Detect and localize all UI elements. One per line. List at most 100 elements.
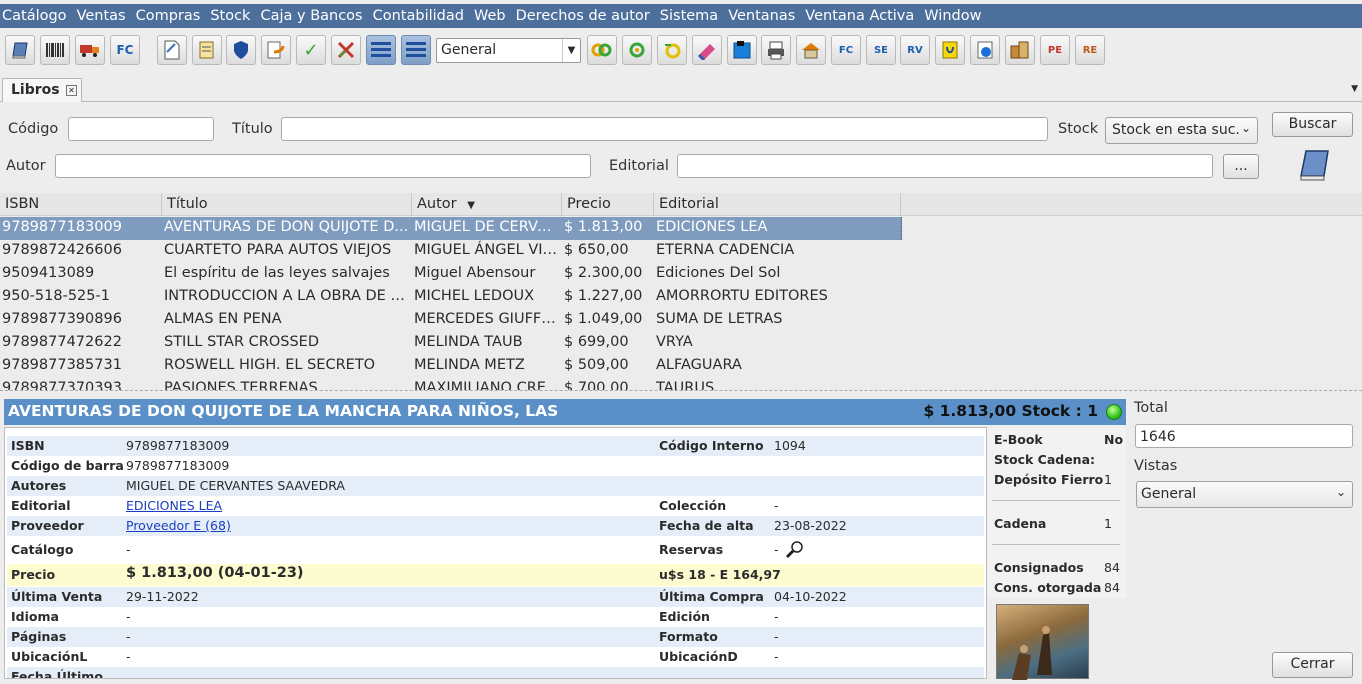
total-label: Total <box>1134 400 1168 416</box>
detail-row: Última Venta 29-11-2022 Última Compra 04… <box>7 587 984 607</box>
cell-autor: MIGUEL DE CERVA... <box>412 217 562 240</box>
menu-bar: Catálogo Ventas Compras Stock Caja y Ban… <box>0 4 1362 28</box>
document-icon[interactable] <box>157 35 187 65</box>
buscar-button[interactable]: Buscar <box>1272 112 1353 137</box>
tab-libros-label: Libros <box>11 82 60 98</box>
card-icon[interactable] <box>727 35 757 65</box>
column-editorial[interactable]: Editorial <box>654 193 901 216</box>
menu-ventas[interactable]: Ventas <box>77 8 126 24</box>
book-icon[interactable] <box>1297 146 1331 186</box>
table-row[interactable]: 9509413089 El espíritu de las leyes salv… <box>0 263 1362 286</box>
column-isbn[interactable]: ISBN <box>0 193 162 216</box>
table-row[interactable]: 9789877385731 ROSWELL HIGH. EL SECRETO M… <box>0 355 1362 378</box>
grid-view-icon[interactable] <box>401 35 431 65</box>
cell-editorial: SUMA DE LETRAS <box>656 311 783 327</box>
invoice-fc-icon[interactable]: FC <box>110 35 140 65</box>
tab-libros[interactable]: Libros ✕ <box>2 78 82 102</box>
return-icon[interactable] <box>261 35 291 65</box>
magnifier-icon[interactable] <box>785 540 805 561</box>
eraser-icon[interactable] <box>692 35 722 65</box>
stock-select[interactable]: Stock en esta suc. ⌄ <box>1105 117 1258 144</box>
cell-autor: MELINDA TAUB <box>414 334 523 350</box>
yellow-doc-icon[interactable] <box>935 35 965 65</box>
blue-drop-icon[interactable] <box>970 35 1000 65</box>
pe-doc-icon[interactable]: PE <box>1040 35 1070 65</box>
menu-derechos-de-autor[interactable]: Derechos de autor <box>516 8 650 24</box>
menu-ventanas[interactable]: Ventanas <box>728 8 795 24</box>
cell-titulo: ALMAS EN PENA <box>164 311 282 327</box>
idioma-key: Idioma <box>11 609 59 624</box>
ubicaciond-value: - <box>774 649 779 664</box>
table-row[interactable]: 950-518-525-1 INTRODUCCION A LA OBRA DE … <box>0 286 1362 309</box>
close-icon[interactable]: ✕ <box>66 85 77 96</box>
rings-icon[interactable] <box>587 35 617 65</box>
truck-icon[interactable] <box>75 35 105 65</box>
table-row[interactable]: 9789872426606 CUARTETO PARA AUTOS VIEJOS… <box>0 240 1362 263</box>
table-row[interactable]: 9789877390896 ALMAS EN PENA MERCEDES GIU… <box>0 309 1362 332</box>
re-doc-icon[interactable]: RE <box>1075 35 1105 65</box>
cell-titulo: CUARTETO PARA AUTOS VIEJOS <box>164 242 392 258</box>
cell-titulo: PASIONES TERRENAS <box>164 380 318 390</box>
menu-catalogo[interactable]: Catálogo <box>2 8 67 24</box>
check-icon[interactable]: ✓ <box>296 35 326 65</box>
cerrar-button[interactable]: Cerrar <box>1272 652 1353 678</box>
table-row[interactable]: 9789877472622 STILL STAR CROSSED MELINDA… <box>0 332 1362 355</box>
detail-row: Proveedor Proveedor E (68) Fecha de alta… <box>7 516 984 536</box>
table-row[interactable]: 9789877370393 PASIONES TERRENAS MAXIMILI… <box>0 378 1362 390</box>
shield-icon[interactable] <box>226 35 256 65</box>
rv-doc-icon[interactable]: RV <box>900 35 930 65</box>
detail-row: Idioma - Edición - <box>7 607 984 627</box>
splitter[interactable] <box>0 390 1362 396</box>
menu-stock[interactable]: Stock <box>210 8 250 24</box>
reservas-value: - <box>774 542 779 557</box>
cell-titulo: INTRODUCCION A LA OBRA DE FR... <box>164 288 412 304</box>
results-table: ISBN Título Autor ▼ Precio Editorial 978… <box>0 193 1362 390</box>
detail-row: Autores MIGUEL DE CERVANTES SAAVEDRA <box>7 476 984 496</box>
menu-ventana-activa[interactable]: Ventana Activa <box>805 8 914 24</box>
codigo-interno-key: Código Interno <box>659 438 764 453</box>
yellow-ring-icon[interactable] <box>657 35 687 65</box>
autores-value: MIGUEL DE CERVANTES SAAVEDRA <box>126 478 345 493</box>
formato-value: - <box>774 629 779 644</box>
proveedor-link[interactable]: Proveedor E (68) <box>126 518 231 533</box>
menu-contabilidad[interactable]: Contabilidad <box>373 8 464 24</box>
menu-window[interactable]: Window <box>924 8 981 24</box>
menu-caja-y-bancos[interactable]: Caja y Bancos <box>260 8 362 24</box>
titulo-input[interactable] <box>281 117 1048 141</box>
column-precio[interactable]: Precio <box>562 193 654 216</box>
ultima-venta-key: Última Venta <box>11 589 103 604</box>
book-icon[interactable] <box>5 35 35 65</box>
total-field[interactable]: 1646 <box>1135 424 1353 448</box>
stock-status-icon <box>1106 404 1122 420</box>
list-view-icon[interactable] <box>366 35 396 65</box>
boxes-icon[interactable] <box>1005 35 1035 65</box>
codigo-input[interactable] <box>68 117 214 141</box>
menu-sistema[interactable]: Sistema <box>660 8 718 24</box>
column-titulo[interactable]: Título <box>162 193 412 216</box>
vistas-select[interactable]: General ⌄ <box>1136 481 1353 508</box>
editorial-browse-button[interactable]: ... <box>1223 154 1259 179</box>
cell-isbn: 9789877183009 <box>0 217 162 240</box>
menu-compras[interactable]: Compras <box>136 8 201 24</box>
catalogo-key: Catálogo <box>11 542 74 557</box>
table-row[interactable]: 9789877183009 AVENTURAS DE DON QUIJOTE D… <box>0 217 1362 240</box>
cell-precio: $ 1.227,00 <box>564 288 643 304</box>
tab-menu-icon[interactable]: ▼ <box>1351 84 1358 94</box>
se-doc-icon[interactable]: SE <box>866 35 896 65</box>
barcode-icon[interactable] <box>40 35 70 65</box>
edicion-key: Edición <box>659 609 710 624</box>
cell-precio: $ 1.049,00 <box>564 311 643 327</box>
house-icon[interactable] <box>796 35 826 65</box>
notes-icon[interactable] <box>192 35 222 65</box>
column-autor[interactable]: Autor ▼ <box>412 193 562 216</box>
cell-editorial: Ediciones Del Sol <box>656 265 781 281</box>
editorial-input[interactable] <box>677 154 1213 178</box>
view-combo[interactable]: General ▼ <box>436 38 581 63</box>
green-ring-icon[interactable] <box>622 35 652 65</box>
autor-input[interactable] <box>55 154 591 178</box>
editorial-link[interactable]: EDICIONES LEA <box>126 498 222 513</box>
cancel-icon[interactable] <box>331 35 361 65</box>
menu-web[interactable]: Web <box>474 8 506 24</box>
fc-doc-icon[interactable]: FC <box>831 35 861 65</box>
print-icon[interactable] <box>761 35 791 65</box>
